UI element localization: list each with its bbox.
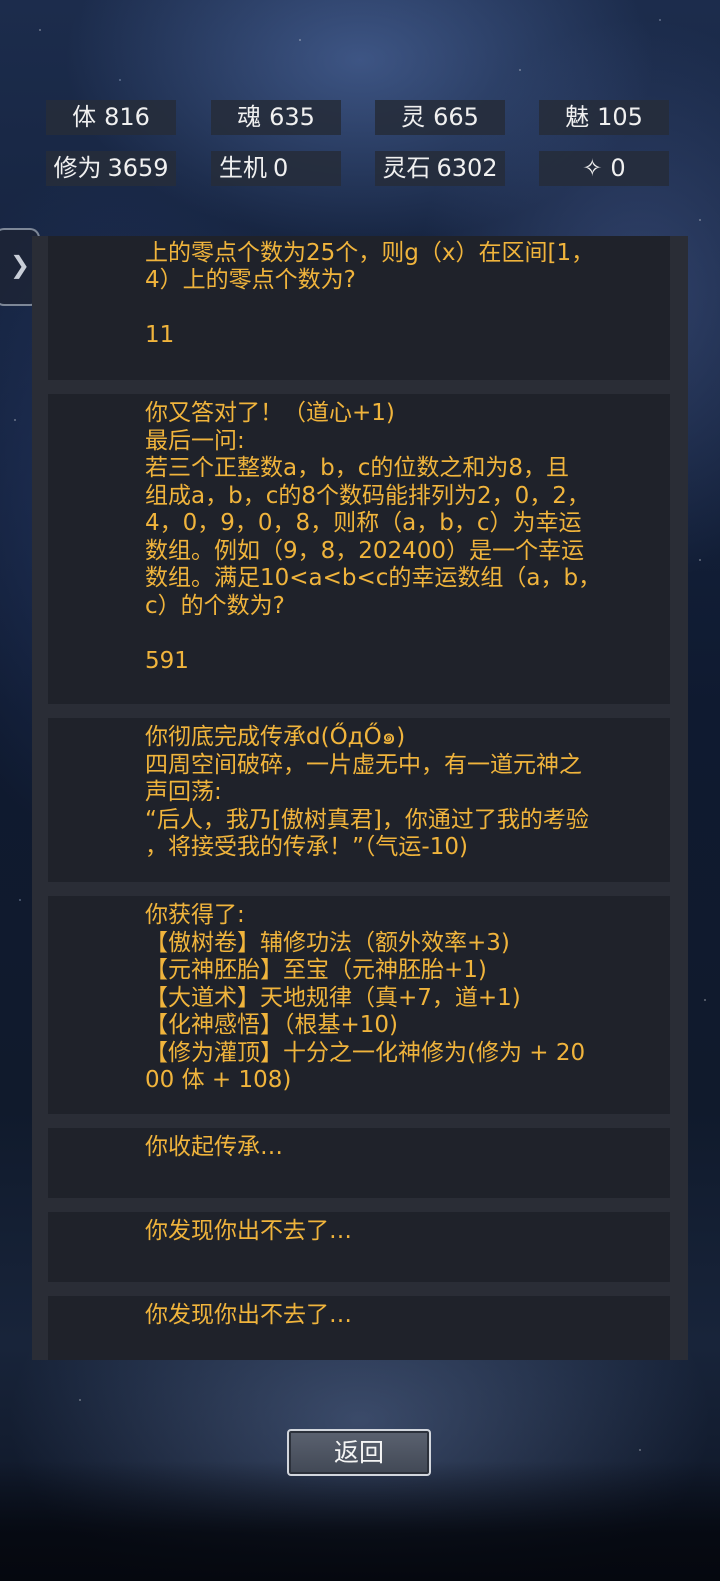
stat-body-value: 816 — [104, 103, 150, 131]
stat-sparkle: ✧ 0 — [539, 151, 669, 186]
stat-sparkle-value: 0 — [610, 154, 626, 182]
stat-spirit-value: 665 — [433, 103, 479, 131]
stat-vitality: 生机 0 — [211, 151, 341, 186]
log-entry-1: 数f(x)在区间[0，5] 上的零点个数为25个，则g（x）在区间[1， 4）上… — [48, 236, 670, 380]
stat-spirit-stones: 灵石 6302 — [375, 151, 505, 186]
stat-charm-value: 105 — [597, 103, 643, 131]
stat-vitality-label: 生机 — [219, 154, 267, 182]
log-entry-7: 你发现你出不去了… — [48, 1296, 670, 1360]
stat-spirit-stones-label: 灵石 — [382, 154, 431, 182]
log-entry-6: 你发现你出不去了… — [48, 1212, 670, 1282]
stat-spirit-stones-value: 6302 — [436, 154, 498, 182]
ground-silhouette — [0, 1461, 720, 1581]
stat-vitality-value: 0 — [273, 154, 289, 182]
stat-cultivation: 修为 3659 — [46, 151, 176, 186]
stat-spirit-label: 灵 — [401, 103, 426, 131]
event-log-panel[interactable]: 数f(x)在区间[0，5] 上的零点个数为25个，则g（x）在区间[1， 4）上… — [32, 236, 688, 1360]
log-entry-5: 你收起传承… — [48, 1128, 670, 1198]
back-button[interactable]: 返回 — [287, 1429, 431, 1476]
stat-body: 体 816 — [46, 100, 176, 135]
stat-soul-value: 635 — [269, 103, 315, 131]
log-entry-2: 你又答对了！（道心+1) 最后一问: 若三个正整数a，b，c的位数之和为8，且 … — [48, 394, 670, 704]
stat-charm-label: 魅 — [565, 103, 590, 131]
stat-spirit: 灵 665 — [375, 100, 505, 135]
stat-body-label: 体 — [72, 103, 97, 131]
stat-charm: 魅 105 — [539, 100, 669, 135]
chevron-right-icon: ❯ — [10, 251, 31, 279]
log-entry-4: 你获得了: 【傲树卷】辅修功法（额外效率+3) 【元神胚胎】至宝（元神胚胎+1)… — [48, 896, 670, 1114]
log-entry-3: 你彻底完成传承d(ŐдŐ๑) 四周空间破碎，一片虚无中，有一道元神之 声回荡: … — [48, 718, 670, 882]
stat-soul-label: 魂 — [237, 103, 262, 131]
sparkle-icon: ✧ — [582, 154, 603, 182]
stat-soul: 魂 635 — [211, 100, 341, 135]
stat-cultivation-label: 修为 — [53, 154, 102, 182]
stat-cultivation-value: 3659 — [107, 154, 169, 182]
